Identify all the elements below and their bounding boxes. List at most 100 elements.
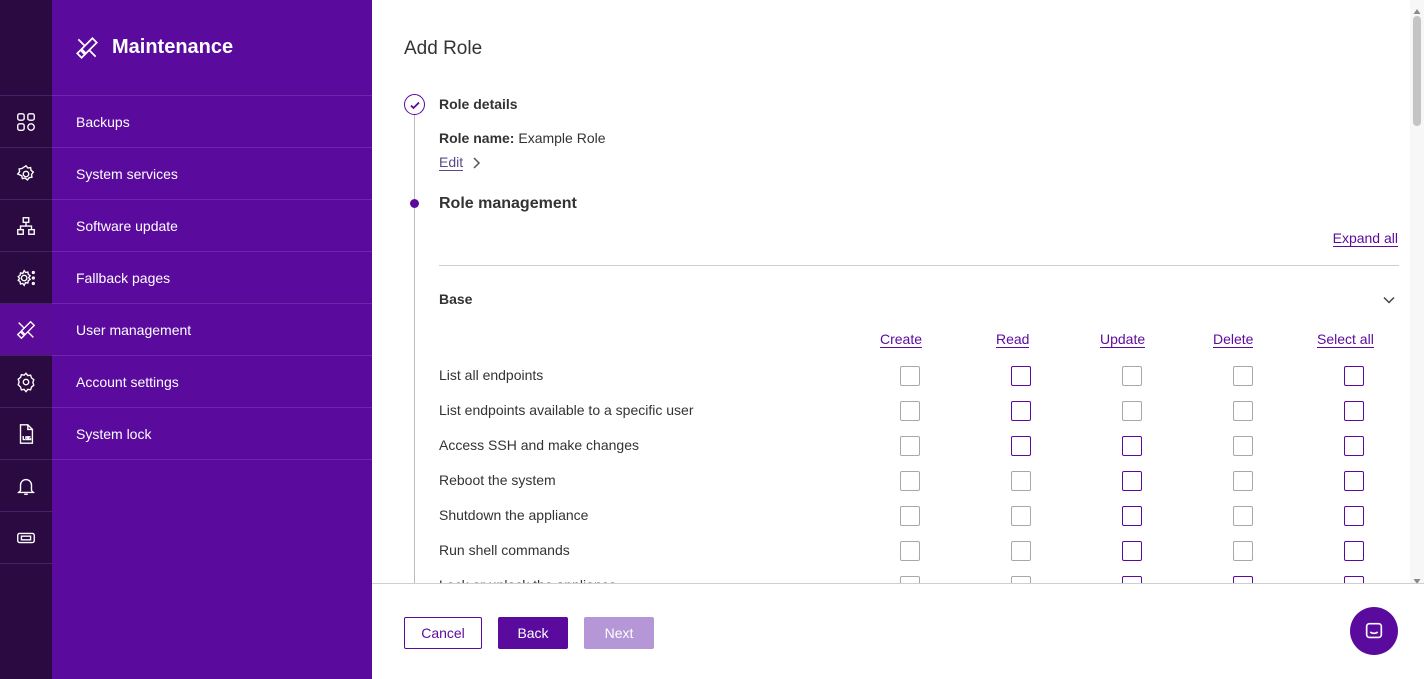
tools-icon bbox=[16, 320, 36, 339]
checkbox-read[interactable] bbox=[1011, 436, 1031, 456]
checkbox-create[interactable] bbox=[900, 541, 920, 561]
checkbox-read[interactable] bbox=[1011, 366, 1031, 386]
section-title-base[interactable]: Base bbox=[439, 291, 472, 307]
checkbox-select-all[interactable] bbox=[1344, 401, 1364, 421]
sidebar-item-account-settings[interactable]: Account settings bbox=[52, 356, 372, 408]
back-button[interactable]: Back bbox=[498, 617, 568, 649]
permission-label: Reboot the system bbox=[439, 472, 556, 488]
rail-ticket[interactable] bbox=[0, 512, 52, 564]
checkbox-update[interactable] bbox=[1122, 436, 1142, 456]
ticket-icon bbox=[17, 532, 35, 543]
rail-fallback-pages[interactable] bbox=[0, 252, 52, 304]
bell-icon bbox=[17, 478, 35, 495]
checkbox-create[interactable] bbox=[900, 471, 920, 491]
table-row: Run shell commands bbox=[439, 541, 1399, 577]
checkbox-read[interactable] bbox=[1011, 576, 1031, 583]
gear-network-icon bbox=[16, 164, 35, 181]
check-icon bbox=[409, 101, 420, 109]
page-title: Add Role bbox=[404, 38, 483, 59]
sidebar-item-system-lock[interactable]: System lock bbox=[52, 408, 372, 460]
column-delete[interactable]: Delete bbox=[1213, 331, 1254, 348]
checkbox-create[interactable] bbox=[900, 576, 920, 583]
table-row: Reboot the system bbox=[439, 471, 1399, 507]
sidebar-item-user-management[interactable]: User management bbox=[52, 304, 372, 356]
checkbox-select-all[interactable] bbox=[1344, 471, 1364, 491]
step-role-details-title: Role details bbox=[439, 96, 518, 112]
chevron-right-icon[interactable] bbox=[471, 156, 481, 169]
expand-all-link[interactable]: Expand all bbox=[1332, 230, 1398, 247]
checkbox-delete[interactable] bbox=[1233, 541, 1253, 561]
sidebar-item-system-services[interactable]: System services bbox=[52, 148, 372, 200]
checkbox-select-all[interactable] bbox=[1344, 366, 1364, 386]
main-content: Add Role Role details Role name: Example… bbox=[372, 0, 1424, 583]
checkbox-select-all[interactable] bbox=[1344, 576, 1364, 583]
checkbox-delete[interactable] bbox=[1233, 366, 1253, 386]
rail-top bbox=[0, 0, 52, 96]
rail-system-services[interactable] bbox=[0, 148, 52, 200]
checkbox-delete[interactable] bbox=[1233, 401, 1253, 421]
gear-dots-icon bbox=[17, 268, 35, 287]
permission-label: Shutdown the appliance bbox=[439, 507, 589, 523]
checkbox-create[interactable] bbox=[900, 506, 920, 526]
edit-role-details-link[interactable]: Edit bbox=[439, 154, 464, 171]
checkbox-delete[interactable] bbox=[1233, 506, 1253, 526]
checkbox-delete[interactable] bbox=[1233, 576, 1253, 583]
table-row: Shutdown the appliance bbox=[439, 506, 1399, 542]
sidebar-item-backups[interactable]: Backups bbox=[52, 96, 372, 148]
icon-rail bbox=[0, 0, 52, 679]
checkbox-create[interactable] bbox=[900, 401, 920, 421]
checkbox-create[interactable] bbox=[900, 436, 920, 456]
network-icon bbox=[17, 216, 35, 235]
checkbox-read[interactable] bbox=[1011, 471, 1031, 491]
timeline-line bbox=[414, 113, 415, 583]
step-complete-marker bbox=[404, 94, 425, 115]
chevron-down-icon[interactable] bbox=[1382, 293, 1396, 312]
role-name-summary: Role name: Example Role bbox=[439, 130, 606, 146]
rail-user-management[interactable] bbox=[0, 304, 52, 356]
rail-notifications[interactable] bbox=[0, 460, 52, 512]
scrollbar[interactable] bbox=[1410, 0, 1424, 583]
footer: Cancel Back Next bbox=[372, 583, 1424, 679]
rail-account-settings[interactable] bbox=[0, 356, 52, 408]
column-create[interactable]: Create bbox=[880, 331, 923, 348]
checkbox-update[interactable] bbox=[1122, 541, 1142, 561]
checkbox-read[interactable] bbox=[1011, 506, 1031, 526]
checkbox-read[interactable] bbox=[1011, 541, 1031, 561]
column-update[interactable]: Update bbox=[1100, 331, 1146, 348]
sidebar: Maintenance Backups System services Soft… bbox=[52, 0, 372, 679]
checkbox-update[interactable] bbox=[1122, 471, 1142, 491]
scroll-up-arrow-icon[interactable] bbox=[1413, 3, 1421, 14]
checkbox-update[interactable] bbox=[1122, 506, 1142, 526]
cancel-button[interactable]: Cancel bbox=[404, 617, 482, 649]
checkbox-delete[interactable] bbox=[1233, 471, 1253, 491]
scrollbar-thumb[interactable] bbox=[1413, 16, 1421, 126]
sidebar-header: Maintenance bbox=[52, 0, 372, 96]
permission-label: List endpoints available to a specific u… bbox=[439, 402, 694, 418]
checkbox-select-all[interactable] bbox=[1344, 541, 1364, 561]
scroll-down-arrow-icon[interactable] bbox=[1413, 572, 1421, 583]
column-read[interactable]: Read bbox=[996, 331, 1030, 348]
table-row: Access SSH and make changes bbox=[439, 436, 1399, 472]
checkbox-update[interactable] bbox=[1122, 401, 1142, 421]
sidebar-item-software-update[interactable]: Software update bbox=[52, 200, 372, 252]
checkbox-update[interactable] bbox=[1122, 366, 1142, 386]
checkbox-update[interactable] bbox=[1122, 576, 1142, 583]
rail-log[interactable] bbox=[0, 408, 52, 460]
section-divider bbox=[439, 265, 1399, 266]
tools-icon bbox=[76, 36, 98, 59]
gear-icon bbox=[17, 371, 35, 393]
checkbox-delete[interactable] bbox=[1233, 436, 1253, 456]
table-row: List endpoints available to a specific u… bbox=[439, 401, 1399, 437]
next-button[interactable]: Next bbox=[584, 617, 654, 649]
sidebar-item-fallback-pages[interactable]: Fallback pages bbox=[52, 252, 372, 304]
chat-button[interactable] bbox=[1350, 607, 1398, 655]
step-role-management-title: Role management bbox=[439, 195, 577, 212]
checkbox-select-all[interactable] bbox=[1344, 436, 1364, 456]
log-file-icon bbox=[19, 423, 34, 444]
checkbox-read[interactable] bbox=[1011, 401, 1031, 421]
rail-grid[interactable] bbox=[0, 96, 52, 148]
column-select-all[interactable]: Select all bbox=[1317, 331, 1374, 348]
checkbox-create[interactable] bbox=[900, 366, 920, 386]
checkbox-select-all[interactable] bbox=[1344, 506, 1364, 526]
rail-software-update[interactable] bbox=[0, 200, 52, 252]
